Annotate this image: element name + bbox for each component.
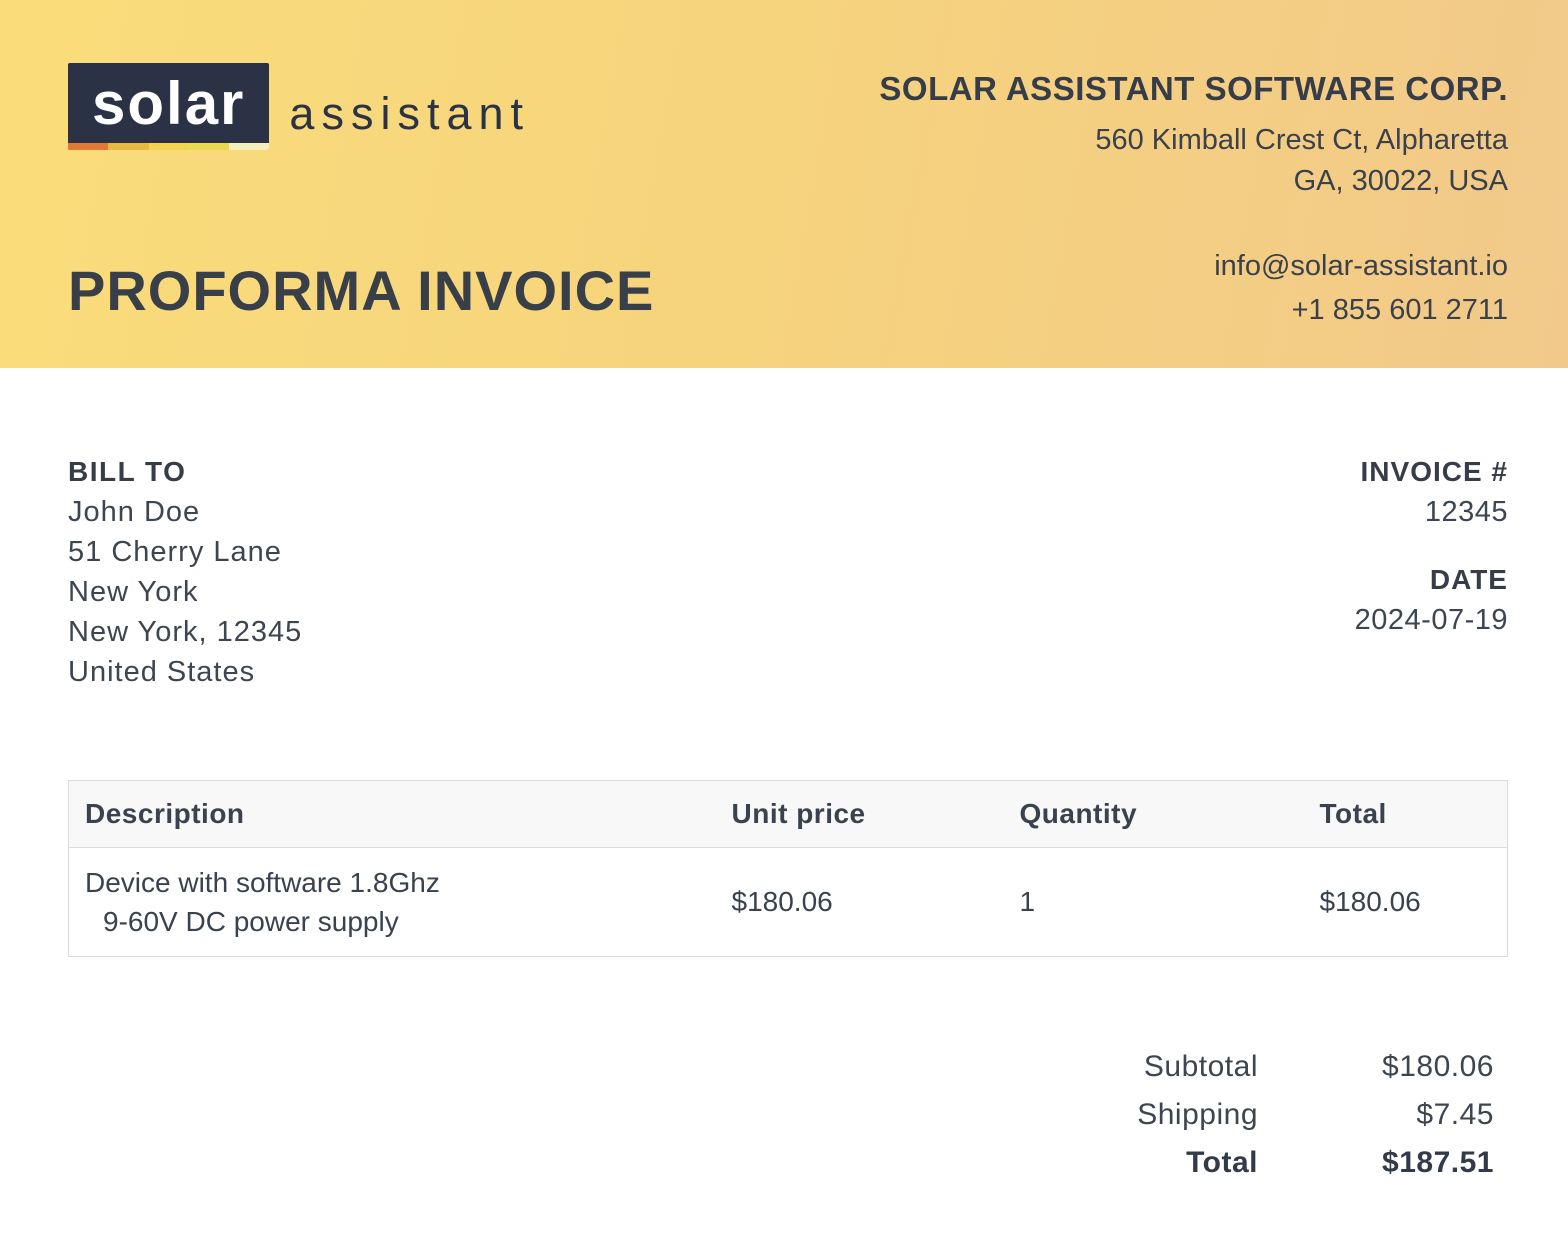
invoice-number-value: 12345 [1424,496,1508,528]
logo-stripe [68,143,270,150]
line-items-table: Description Unit price Quantity Total De… [68,780,1508,957]
bill-to-section: BILL TO John Doe 51 Cherry Lane New York… [68,452,302,692]
document-title: PROFORMA INVOICE [68,259,655,322]
company-phone: +1 855 601 2711 [1291,294,1508,326]
item-description-line2: 9-60V DC power supply [103,906,399,937]
logo-box: solar [68,63,270,150]
column-header-description: Description [68,780,716,848]
invoice-hero-header: solar assistant SOLAR ASSISTANT SOFTWARE… [0,0,1568,368]
logo-stripe-segment [188,143,230,150]
logo-stripe-segment [108,143,149,150]
logo-stripe-segment [68,143,109,150]
bill-to-street: 51 Cherry Lane [68,536,282,568]
company-address-line1: 560 Kimball Crest Ct, Alpharetta [1095,124,1508,156]
logo-text-assistant: assistant [289,87,531,139]
company-email: info@solar-assistant.io [1214,250,1508,282]
logo-stripe-segment [229,143,270,150]
logo: solar assistant [68,63,530,150]
total-value: $187.51 [1382,1146,1494,1179]
bill-to-name: John Doe [68,496,201,528]
column-header-unit-price: Unit price [715,780,1004,848]
subtotal-label: Subtotal [1143,1050,1258,1083]
logo-stripe-segment [148,143,189,150]
company-name: SOLAR ASSISTANT SOFTWARE CORP. [879,70,1508,107]
logo-text-solar: solar [92,70,246,137]
company-info: SOLAR ASSISTANT SOFTWARE CORP. 560 Kimba… [879,70,1508,332]
totals-section: Subtotal $180.06 Shipping $7.45 Total $1… [68,1043,1508,1187]
bill-to-state-zip: New York, 12345 [68,616,303,648]
column-header-quantity: Quantity [1003,780,1304,848]
table-header-row: Description Unit price Quantity Total [68,780,1508,848]
company-address-line2: GA, 30022, USA [1293,165,1508,197]
item-total-cell: $180.06 [1303,847,1508,957]
table-row: Device with software 1.8Ghz 9-60V DC pow… [68,847,1508,957]
subtotal-value: $180.06 [1382,1050,1494,1083]
item-unit-price-cell: $180.06 [715,847,1004,957]
column-header-total: Total [1303,780,1508,848]
item-quantity-cell: 1 [1003,847,1304,957]
item-description-line1: Device with software 1.8Ghz [85,867,440,898]
bill-to-country: United States [68,656,256,688]
bill-to-label: BILL TO [68,456,187,487]
item-description-cell: Device with software 1.8Ghz 9-60V DC pow… [68,847,716,957]
invoice-meta-section: INVOICE # 12345 DATE 2024-07-19 [1355,452,1508,692]
invoice-page: solar assistant SOLAR ASSISTANT SOFTWARE… [0,0,1568,1256]
shipping-value: $7.45 [1416,1098,1494,1131]
invoice-number-label: INVOICE # [1360,456,1508,487]
invoice-body: BILL TO John Doe 51 Cherry Lane New York… [0,452,1568,1187]
total-label: Total [1186,1146,1258,1179]
invoice-date-label: DATE [1429,564,1508,595]
meta-row: BILL TO John Doe 51 Cherry Lane New York… [68,452,1508,692]
bill-to-city: New York [68,576,199,608]
shipping-label: Shipping [1137,1098,1258,1131]
line-items-table-header: Description Unit price Quantity Total [68,780,1508,848]
invoice-date-value: 2024-07-19 [1354,604,1508,636]
